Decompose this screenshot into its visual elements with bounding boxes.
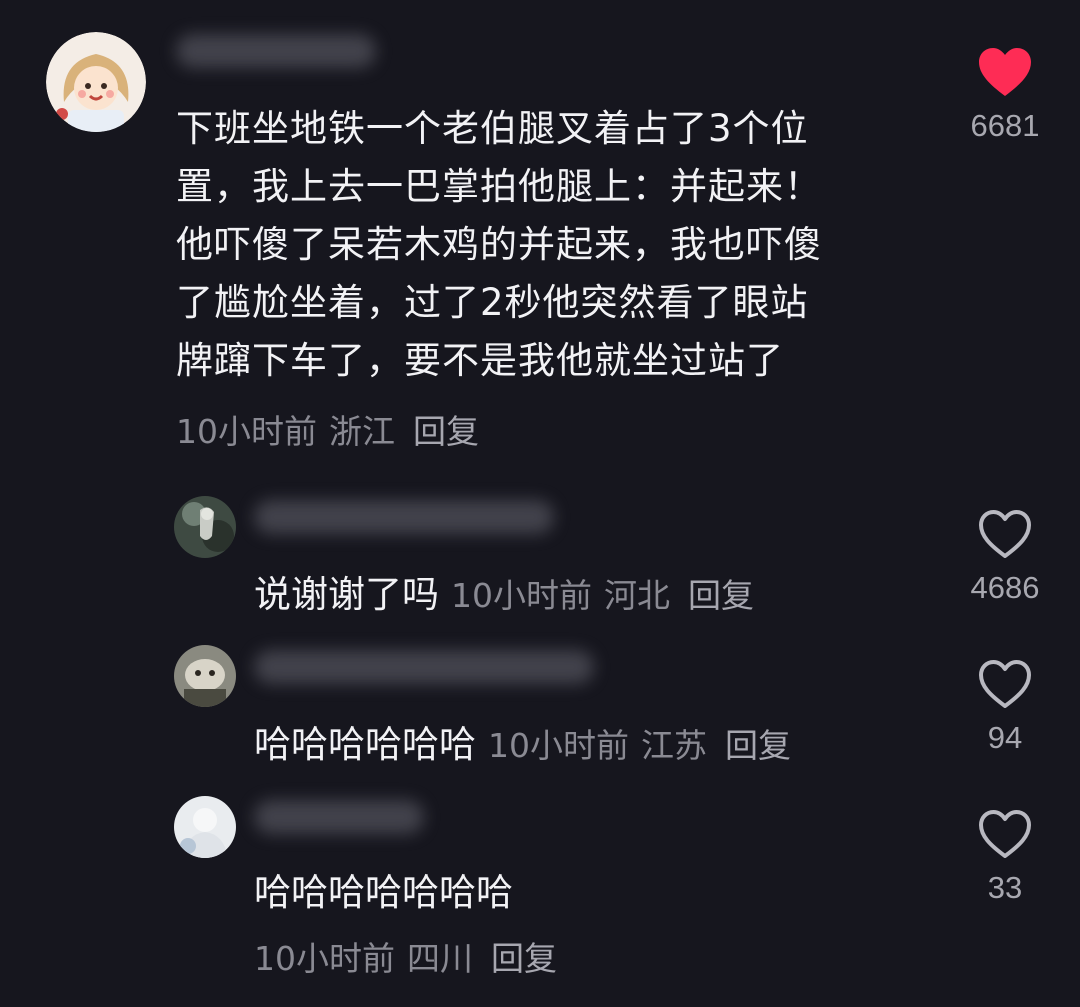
like-button[interactable]: 6681	[960, 46, 1050, 144]
reply-time: 10小时前	[451, 576, 592, 615]
like-count: 4686	[970, 570, 1040, 605]
comment-meta: 10小时前 浙江 回复	[176, 405, 479, 453]
like-button[interactable]: 4686	[960, 508, 1050, 606]
reply-button[interactable]: 回复	[413, 412, 479, 451]
like-button[interactable]: 33	[960, 808, 1050, 906]
comment-text-line-2: 置，我上去一巴掌拍他腿上：并起来！	[176, 165, 822, 208]
reply-content: 哈哈哈哈哈哈哈	[254, 862, 513, 916]
reply-button[interactable]: 回复	[725, 726, 791, 765]
reply-time: 10小时前	[488, 726, 629, 765]
heart-filled-icon	[979, 48, 1031, 96]
avatar[interactable]	[46, 32, 146, 132]
comment-text-line-3: 他吓傻了呆若木鸡的并起来，我也吓傻	[176, 223, 822, 266]
comment-text-line-1: 下班坐地铁一个老伯腿叉着占了3个位	[176, 107, 809, 150]
like-count: 33	[987, 870, 1023, 905]
reply-location: 四川	[407, 939, 473, 978]
username-blurred[interactable]	[254, 800, 424, 834]
heart-outline-icon	[979, 660, 1031, 708]
reply-text: 哈哈哈哈哈哈	[254, 723, 476, 766]
reply-content: 哈哈哈哈哈哈 10小时前 江苏 回复	[254, 714, 791, 768]
reply-location: 河北	[604, 576, 670, 615]
reply-text: 哈哈哈哈哈哈哈	[254, 871, 513, 914]
username-blurred[interactable]	[254, 650, 594, 684]
heart-outline-icon	[979, 810, 1031, 858]
like-button[interactable]: 94	[960, 658, 1050, 756]
comment-location: 浙江	[329, 412, 395, 451]
username-blurred[interactable]	[176, 34, 376, 68]
like-count: 94	[987, 720, 1023, 755]
username-blurred[interactable]	[254, 500, 554, 534]
comment-text-line-5: 牌蹿下车了，要不是我他就坐过站了	[176, 339, 784, 382]
reply-button[interactable]: 回复	[491, 939, 557, 978]
reply-meta: 10小时前 江苏 回复	[488, 719, 791, 767]
reply-meta: 10小时前 河北 回复	[451, 569, 754, 617]
comment-time: 10小时前	[176, 412, 317, 451]
reply-text: 说谢谢了吗	[254, 573, 439, 616]
reply-content: 说谢谢了吗 10小时前 河北 回复	[254, 564, 754, 618]
reply-time: 10小时前	[254, 939, 395, 978]
avatar[interactable]	[174, 796, 236, 858]
like-count: 6681	[970, 108, 1040, 143]
comment-text-line-4: 了尴尬坐着，过了2秒他突然看了眼站	[176, 281, 809, 324]
avatar[interactable]	[174, 645, 236, 707]
avatar[interactable]	[174, 496, 236, 558]
reply-meta: 10小时前 四川 回复	[254, 932, 557, 980]
reply-button[interactable]: 回复	[688, 576, 754, 615]
heart-outline-icon	[979, 510, 1031, 558]
reply-location: 江苏	[641, 726, 707, 765]
